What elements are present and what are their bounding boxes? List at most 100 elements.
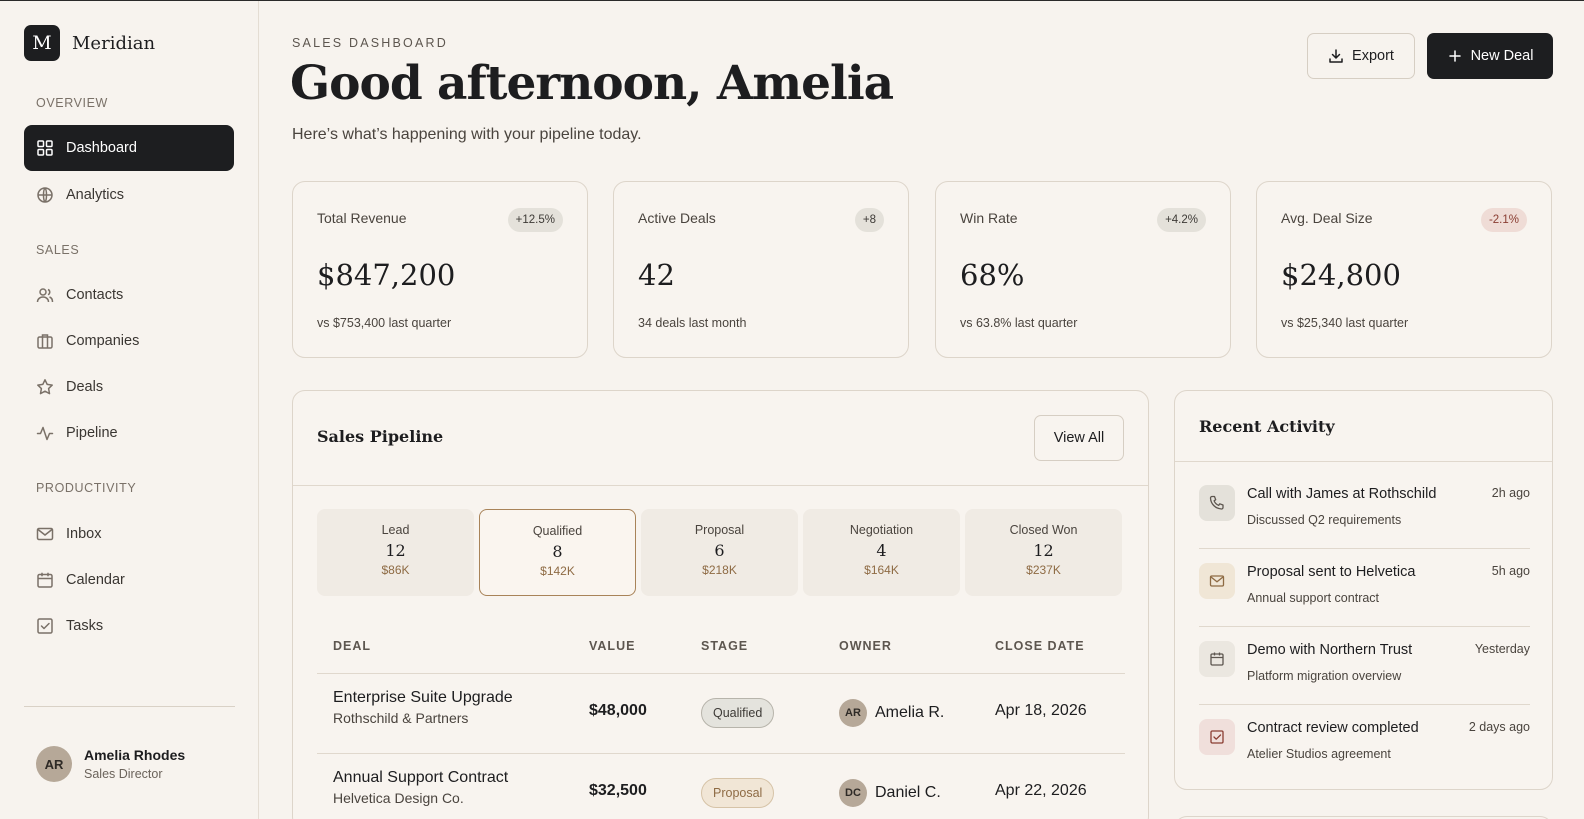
sidebar-item-deals[interactable]: Deals	[24, 364, 234, 410]
deal-owner: DC Daniel C.	[839, 779, 941, 807]
divider	[293, 485, 1148, 486]
kpi-note: 34 deals last month	[638, 316, 747, 330]
kpi-label: Active Deals	[638, 210, 716, 226]
sidebar-item-pipeline[interactable]: Pipeline	[24, 410, 234, 456]
new-deal-label: New Deal	[1470, 48, 1534, 64]
close-date: Apr 22, 2026	[995, 782, 1087, 799]
kpi-card-avg-deal-size: Avg. Deal Size -2.1% $24,800 vs $25,340 …	[1256, 181, 1552, 358]
export-button[interactable]: Export	[1307, 33, 1415, 79]
calendar-icon	[1210, 652, 1224, 666]
stage-tab-negotiation[interactable]: Negotiation 4 $164K	[803, 509, 960, 596]
view-all-button[interactable]: View All	[1034, 415, 1124, 461]
stage-count: 4	[876, 541, 887, 560]
stage-tab-qualified[interactable]: Qualified 8 $142K	[479, 509, 636, 596]
activity-subtitle: Annual support contract	[1247, 591, 1380, 605]
star-icon	[37, 379, 53, 395]
sidebar-item-label: Inbox	[66, 526, 102, 542]
activity-title: Demo with Northern Trust	[1247, 642, 1413, 658]
page-subtitle: Here’s what’s happening with your pipeli…	[292, 126, 642, 143]
stage-tab-proposal[interactable]: Proposal 6 $218K	[641, 509, 798, 596]
briefcase-icon	[37, 334, 53, 349]
sales-pipeline-panel: Sales Pipeline View All Lead 12 $86K Qua…	[292, 390, 1149, 819]
sidebar-item-dashboard[interactable]: Dashboard	[24, 125, 234, 171]
stage-count: 6	[714, 541, 725, 560]
activity-time: 5h ago	[1491, 564, 1530, 578]
status-badge: -2.1%	[1480, 208, 1527, 232]
divider	[317, 753, 1125, 754]
stage-value: $86K	[381, 563, 410, 577]
stage-name: Closed Won	[1009, 523, 1078, 537]
column-header-close-date[interactable]: CLOSE DATE	[995, 639, 1085, 653]
status-badge: +12.5%	[507, 208, 563, 232]
stage-tab-closed-won[interactable]: Closed Won 12 $237K	[965, 509, 1122, 596]
user-role: Sales Director	[84, 767, 163, 781]
activity-time: 2 days ago	[1468, 720, 1530, 734]
brand-logo: M	[24, 25, 60, 61]
owner-name: Daniel C.	[875, 784, 941, 801]
stage-count: 8	[552, 542, 563, 561]
stage-value: $218K	[702, 563, 737, 577]
kpi-note: vs $753,400 last quarter	[317, 316, 452, 330]
deal-company: Rothschild & Partners	[333, 710, 469, 726]
sidebar-divider	[24, 706, 235, 707]
deal-name: Annual Support Contract	[333, 769, 509, 786]
deal-owner: AR Amelia R.	[839, 699, 944, 727]
globe-icon	[37, 187, 53, 203]
column-header-owner[interactable]: OWNER	[839, 639, 892, 653]
stage-value: $142K	[540, 564, 575, 578]
kpi-value: 68%	[960, 258, 1025, 292]
stage-count: 12	[1033, 541, 1054, 560]
panel-title: Sales Pipeline	[317, 427, 444, 446]
activity-item[interactable]: Call with James at Rothschild Discussed …	[1199, 461, 1530, 540]
check-square-icon	[37, 618, 53, 634]
stage-tab-lead[interactable]: Lead 12 $86K	[317, 509, 474, 596]
activity-title: Proposal sent to Helvetica	[1247, 564, 1416, 580]
sidebar-item-label: Deals	[66, 379, 104, 395]
activity-item[interactable]: Demo with Northern Trust Platform migrat…	[1199, 617, 1530, 696]
kpi-card-total-revenue: Total Revenue +12.5% $847,200 vs $753,40…	[292, 181, 588, 358]
sidebar-item-label: Pipeline	[66, 425, 118, 441]
sidebar-item-tasks[interactable]: Tasks	[24, 603, 234, 649]
recent-activity-panel: Recent Activity Call with James at Roths…	[1174, 390, 1553, 790]
stage-badge: Proposal	[701, 778, 775, 808]
new-deal-button[interactable]: New Deal	[1427, 33, 1553, 79]
stage-value: $164K	[864, 563, 899, 577]
deal-value: $32,500	[589, 782, 647, 799]
calendar-icon	[37, 572, 53, 588]
sidebar-item-calendar[interactable]: Calendar	[24, 557, 234, 603]
column-header-deal[interactable]: DEAL	[333, 639, 371, 653]
activity-subtitle: Atelier Studios agreement	[1247, 747, 1391, 761]
download-icon	[1329, 49, 1343, 63]
activity-time: 2h ago	[1491, 486, 1530, 500]
sidebar-item-inbox[interactable]: Inbox	[24, 511, 234, 557]
deal-value: $48,000	[589, 702, 647, 719]
nav-section-sales: SALES	[36, 243, 80, 257]
sidebar-item-contacts[interactable]: Contacts	[24, 272, 234, 318]
brand[interactable]: M Meridian	[24, 25, 155, 61]
sidebar-item-analytics[interactable]: Analytics	[24, 172, 234, 218]
deal-name: Enterprise Suite Upgrade	[333, 689, 513, 706]
check-square-icon	[1210, 730, 1224, 744]
deal-company: Helvetica Design Co.	[333, 790, 464, 806]
activity-subtitle: Platform migration overview	[1247, 669, 1402, 683]
kpi-label: Avg. Deal Size	[1281, 210, 1373, 226]
activity-item[interactable]: Proposal sent to Helvetica Annual suppor…	[1199, 539, 1530, 618]
column-header-value[interactable]: VALUE	[589, 639, 635, 653]
kpi-card-active-deals: Active Deals +8 42 34 deals last month	[613, 181, 909, 358]
users-icon	[36, 288, 54, 303]
stage-name: Lead	[381, 523, 410, 537]
sidebar-item-label: Contacts	[66, 287, 124, 303]
plus-icon	[1448, 50, 1461, 62]
panel-title: Recent Activity	[1199, 417, 1335, 436]
sidebar-item-label: Companies	[66, 333, 140, 349]
sidebar-item-companies[interactable]: Companies	[24, 318, 234, 364]
sidebar-item-label: Tasks	[66, 618, 104, 634]
export-label: Export	[1352, 48, 1394, 64]
activity-item[interactable]: Contract review completed Atelier Studio…	[1199, 695, 1530, 774]
user-profile[interactable]: AR Amelia Rhodes Sales Director	[36, 746, 185, 782]
activity-title: Call with James at Rothschild	[1247, 486, 1437, 502]
kpi-label: Total Revenue	[317, 210, 407, 226]
kpi-note: vs 63.8% last quarter	[960, 316, 1078, 330]
column-header-stage[interactable]: STAGE	[701, 639, 748, 653]
brand-name: Meridian	[72, 32, 156, 54]
